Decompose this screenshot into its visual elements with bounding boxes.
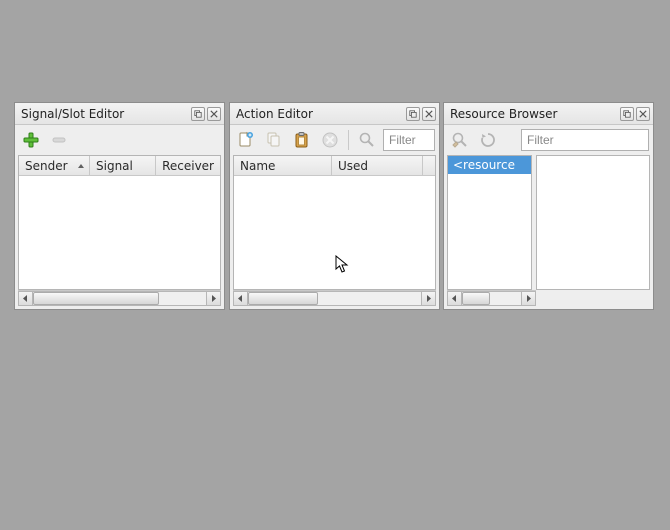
remove-button[interactable] (47, 128, 71, 152)
close-icon[interactable] (207, 107, 221, 121)
resource-toolbar (444, 125, 653, 155)
copy-button[interactable] (262, 128, 286, 152)
close-icon[interactable] (636, 107, 650, 121)
column-extra[interactable] (423, 156, 435, 175)
signal-slot-header-row: Sender Signal Receiver (19, 156, 220, 176)
action-table: Name Used (233, 155, 436, 290)
scroll-right-icon[interactable] (206, 291, 221, 306)
resource-root-label: <resource (453, 158, 515, 172)
action-editor-panel: Action Editor (229, 102, 440, 310)
signal-slot-toolbar (15, 125, 224, 155)
resource-browser-titlebar: Resource Browser (444, 103, 653, 125)
scroll-right-icon[interactable] (421, 291, 436, 306)
action-editor-toolbar (230, 125, 439, 155)
close-icon[interactable] (422, 107, 436, 121)
scroll-left-icon[interactable] (18, 291, 33, 306)
add-button[interactable] (19, 128, 43, 152)
resource-tree-body: <resource (448, 156, 531, 289)
scroll-right-icon[interactable] (521, 291, 536, 306)
signal-slot-body (19, 176, 220, 289)
resource-preview (536, 155, 650, 290)
action-hscroll[interactable] (233, 290, 436, 306)
reload-button[interactable] (476, 128, 500, 152)
column-name[interactable]: Name (234, 156, 332, 175)
column-signal-label: Signal (96, 159, 133, 173)
signal-slot-hscroll[interactable] (18, 290, 221, 306)
signal-slot-title: Signal/Slot Editor (21, 107, 189, 121)
signal-slot-editor-panel: Signal/Slot Editor Sender (14, 102, 225, 310)
column-name-label: Name (240, 159, 275, 173)
action-editor-titlebar: Action Editor (230, 103, 439, 125)
resource-browser-title: Resource Browser (450, 107, 618, 121)
action-filter-input[interactable] (383, 129, 435, 151)
column-sender-label: Sender (25, 159, 68, 173)
sort-asc-icon (77, 162, 85, 170)
signal-slot-titlebar: Signal/Slot Editor (15, 103, 224, 125)
resource-split: <resource (447, 155, 650, 290)
scroll-track[interactable] (462, 291, 521, 306)
scroll-thumb[interactable] (33, 292, 159, 305)
action-header-row: Name Used (234, 156, 435, 176)
delete-button[interactable] (318, 128, 342, 152)
column-receiver-label: Receiver (162, 159, 214, 173)
column-used[interactable]: Used (332, 156, 423, 175)
scroll-thumb[interactable] (248, 292, 318, 305)
resource-tree[interactable]: <resource (447, 155, 532, 290)
scroll-left-icon[interactable] (447, 291, 462, 306)
action-editor-title: Action Editor (236, 107, 404, 121)
float-icon[interactable] (406, 107, 420, 121)
zoom-button[interactable] (355, 128, 379, 152)
column-receiver[interactable]: Receiver (156, 156, 220, 175)
resource-tree-hscroll[interactable] (447, 290, 536, 306)
resource-browser-panel: Resource Browser < (443, 102, 654, 310)
scroll-track[interactable] (248, 291, 421, 306)
scroll-left-icon[interactable] (233, 291, 248, 306)
float-icon[interactable] (191, 107, 205, 121)
scroll-track[interactable] (33, 291, 206, 306)
action-body (234, 176, 435, 289)
scroll-thumb[interactable] (462, 292, 490, 305)
toolbar-separator (348, 130, 349, 150)
edit-resources-button[interactable] (448, 128, 472, 152)
resource-root-item[interactable]: <resource (448, 156, 531, 174)
column-signal[interactable]: Signal (90, 156, 156, 175)
resource-filter-input[interactable] (521, 129, 649, 151)
float-icon[interactable] (620, 107, 634, 121)
paste-button[interactable] (290, 128, 314, 152)
column-used-label: Used (338, 159, 368, 173)
column-sender[interactable]: Sender (19, 156, 90, 175)
signal-slot-table: Sender Signal Receiver (18, 155, 221, 290)
new-action-button[interactable] (234, 128, 258, 152)
